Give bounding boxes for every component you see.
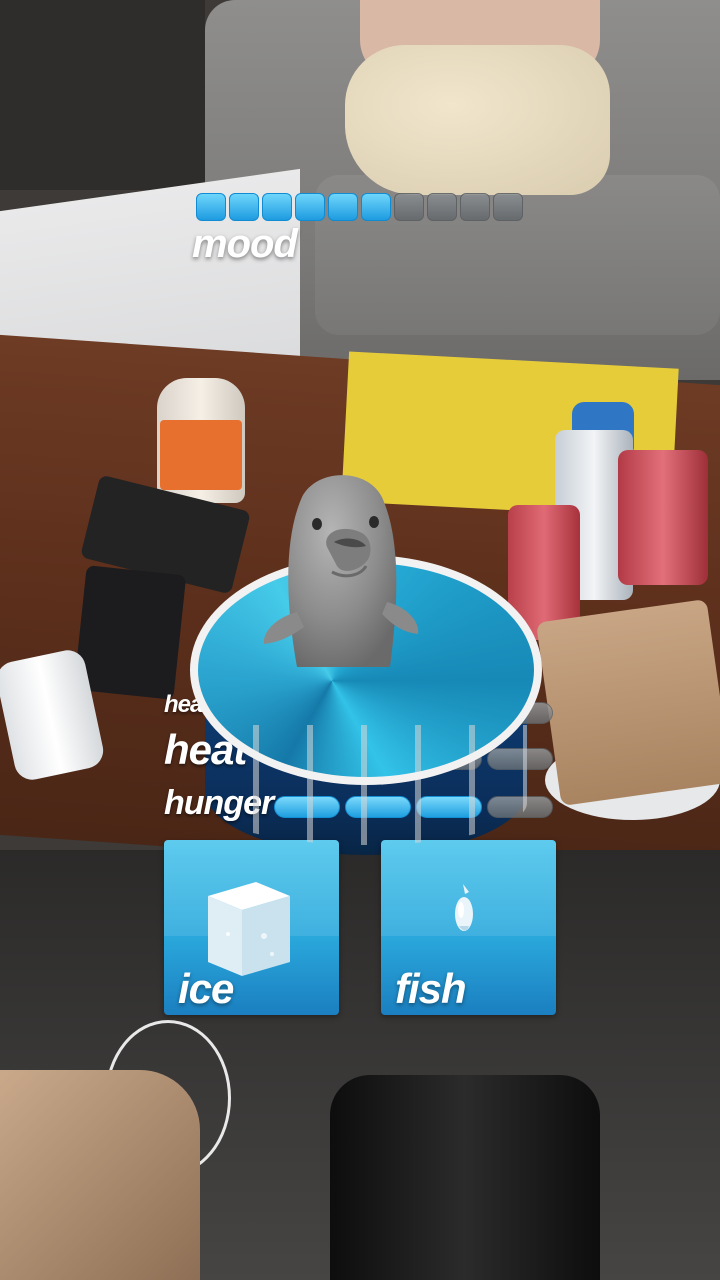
mood-segment — [427, 193, 457, 221]
mood-meter — [196, 193, 523, 221]
beluga-pet[interactable] — [262, 462, 422, 672]
mood-segment — [196, 193, 226, 221]
mood-segment — [229, 193, 259, 221]
fish-button[interactable]: fish — [381, 840, 556, 1015]
mood-segment — [262, 193, 292, 221]
fish-label: fish — [395, 965, 467, 1012]
soda-can — [618, 450, 708, 585]
mood-segment — [394, 193, 424, 221]
bottle-label — [160, 420, 242, 490]
fish-icon — [455, 884, 473, 931]
black-jar — [330, 1075, 600, 1280]
shelf — [0, 0, 205, 190]
mood-segment — [328, 193, 358, 221]
mood-segment — [493, 193, 523, 221]
ice-label: ice — [178, 965, 234, 1012]
paper-bag — [0, 1070, 200, 1280]
mood-label: mood — [192, 222, 298, 266]
mood-segment — [361, 193, 391, 221]
phone — [73, 565, 187, 700]
mood-segment — [295, 193, 325, 221]
pillow — [345, 45, 610, 195]
mood-segment — [460, 193, 490, 221]
ice-button[interactable]: ice — [164, 840, 339, 1015]
cardboard-box — [535, 598, 720, 807]
ice-cube-icon — [208, 882, 290, 976]
